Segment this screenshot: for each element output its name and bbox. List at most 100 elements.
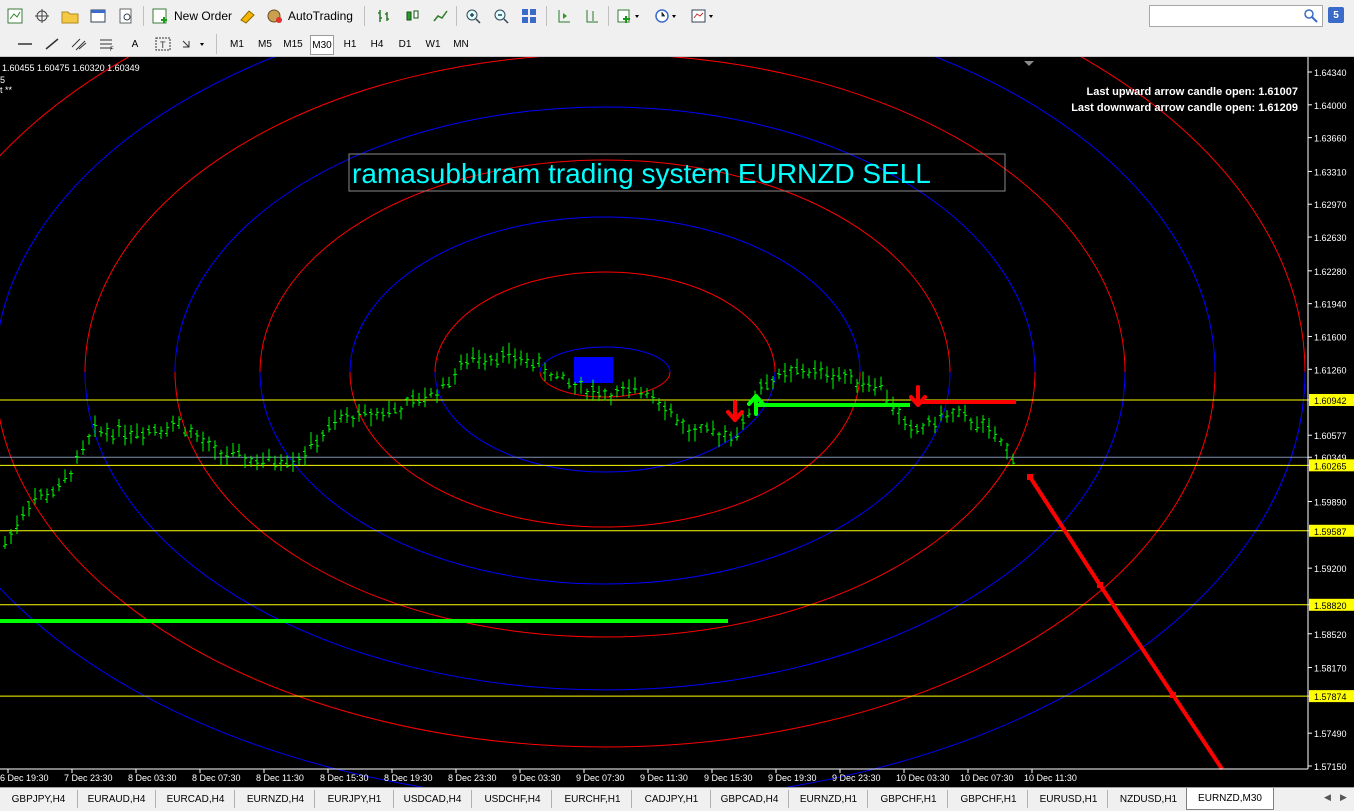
text-label-tool-icon[interactable]: T [152,35,174,53]
market-watch-icon[interactable] [87,5,109,27]
chart-tab[interactable]: EURNZD,H1 [790,790,868,808]
templates-dropdown[interactable] [688,5,720,27]
tab-scroll-left-icon[interactable]: ◀ [1324,792,1331,803]
chart-tab[interactable]: USDCAD,H4 [394,790,472,808]
timeframe-h4-button[interactable]: H4 [366,35,388,53]
projection-point [1027,474,1033,480]
price-label: 1.63660 [1314,134,1347,144]
time-label: 8 Dec 19:30 [384,773,433,783]
time-label: 9 Dec 11:30 [640,773,688,783]
new-order-button[interactable]: New Order [149,5,235,27]
chart-tab[interactable]: EURCHF,H1 [554,790,632,808]
price-label: 1.59587 [1314,527,1347,537]
price-label: 1.58520 [1314,630,1347,640]
price-label: 1.58820 [1314,601,1347,611]
timeframe-m5-button[interactable]: M5 [254,35,276,53]
text-tool[interactable]: A [124,35,146,53]
price-label: 1.57874 [1314,692,1347,702]
timeframe-h1-button[interactable]: H1 [339,35,361,53]
arrows-dropdown[interactable] [180,35,208,53]
line-chart-icon[interactable] [429,5,451,27]
time-label: 10 Dec 07:30 [960,773,1014,783]
price-label: 1.61940 [1314,300,1347,310]
last-upward-arrow-info: Last upward arrow candle open: 1.61007 [1086,86,1298,98]
time-label: 7 Dec 23:30 [64,773,113,783]
crosshair-icon[interactable] [31,5,53,27]
timeframe-m30-button[interactable]: M30 [310,35,334,55]
help-button[interactable]: 5 [1328,7,1344,23]
timeframe-d1-button[interactable]: D1 [394,35,416,53]
last-downward-arrow-info: Last downward arrow candle open: 1.61209 [1071,102,1298,114]
hline-tool-icon[interactable] [14,35,36,53]
chart-window[interactable]: ramasubburam trading system EURNZD SELL 1… [0,57,1354,787]
chart-tab[interactable]: EURNZD,H4 [237,790,315,808]
svg-text:F: F [110,47,114,51]
price-label: 1.61260 [1314,365,1347,375]
tile-windows-icon[interactable] [518,5,540,27]
trendline-tool-icon[interactable] [41,35,63,53]
indicator-label: 5 [0,75,6,85]
chart-tab[interactable]: EURNZD,M30 [1186,788,1274,810]
tab-scroll-right-icon[interactable]: ▶ [1340,792,1347,803]
time-label: 8 Dec 15:30 [320,773,369,783]
spiral-ring [174,371,1036,638]
timeframe-m15-button[interactable]: M15 [282,35,304,53]
channel-tool-icon[interactable] [68,35,90,53]
price-label: 1.62280 [1314,267,1347,277]
spiral-ring [349,216,861,373]
chart-shift-icon[interactable] [581,5,603,27]
indicators-dropdown[interactable] [614,5,646,27]
chart-tab[interactable]: EURJPY,H1 [316,790,394,808]
chart-tab[interactable]: EURAUD,H4 [78,790,156,808]
new-chart-icon[interactable] [4,5,26,27]
search-input[interactable] [1149,5,1323,27]
main-toolbar: New Order AutoTrading 5 [0,0,1354,33]
chart-tab[interactable]: CADJPY,H1 [633,790,711,808]
navigator-icon[interactable] [115,5,137,27]
chart-tab[interactable]: EURCAD,H4 [157,790,235,808]
auto-scroll-icon[interactable] [553,5,575,27]
chart-tab[interactable]: GBPCHF,H1 [950,790,1028,808]
spiral-ring [174,106,1036,373]
metaeditor-icon[interactable] [236,5,260,27]
time-label: 9 Dec 15:30 [704,773,753,783]
price-label: 1.60577 [1314,431,1347,441]
time-label: 9 Dec 19:30 [768,773,817,783]
zoom-in-icon[interactable] [462,5,484,27]
autotrading-label: AutoTrading [288,9,353,23]
autotrading-button[interactable]: AutoTrading [263,5,356,27]
chart-tab[interactable]: NZDUSD,H1 [1110,790,1188,808]
sell-arrow-icon [909,385,927,407]
chart-tab[interactable]: GBPCAD,H4 [711,790,789,808]
price-label: 1.57490 [1314,729,1347,739]
spiral-center-box [574,357,613,383]
ohlc-readout: 1.60455 1.60475 1.60320 1.60349 [2,63,140,73]
chart-tab[interactable]: EURUSD,H1 [1030,790,1108,808]
price-label: 1.64000 [1314,101,1347,111]
price-label: 1.62630 [1314,233,1347,243]
fibonacci-tool-icon[interactable]: F [96,35,118,53]
price-label: 1.63310 [1314,167,1347,177]
chart-tab[interactable]: GBPJPY,H4 [0,790,78,808]
price-chart[interactable]: ramasubburam trading system EURNZD SELL 1… [0,57,1354,787]
timeframe-m1-button[interactable]: M1 [226,35,248,53]
zoom-out-icon[interactable] [490,5,512,27]
timeframe-w1-button[interactable]: W1 [422,35,444,53]
sell-arrow-icon [726,400,744,422]
candlestick-icon[interactable] [401,5,423,27]
search-icon[interactable] [1304,9,1318,23]
profiles-folder-icon[interactable] [58,5,82,27]
chart-tabs-bar: GBPJPY,H4 EURAUD,H4 EURCAD,H4 EURNZD,H4 EURJ… [0,787,1354,811]
price-label: 1.58170 [1314,664,1347,674]
spiral-ring [84,57,1126,373]
price-label: 1.62970 [1314,200,1347,210]
bar-chart-icon[interactable] [373,5,395,27]
price-label: 1.57150 [1314,762,1347,772]
time-label: 6 Dec 19:30 [0,773,49,783]
periods-dropdown[interactable] [651,5,683,27]
chart-tab[interactable]: USDCHF,H4 [474,790,552,808]
chart-tab[interactable]: GBPCHF,H1 [870,790,948,808]
svg-text:T: T [160,40,166,50]
timeframe-mn-button[interactable]: MN [450,35,472,53]
time-label: 8 Dec 11:30 [256,773,304,783]
